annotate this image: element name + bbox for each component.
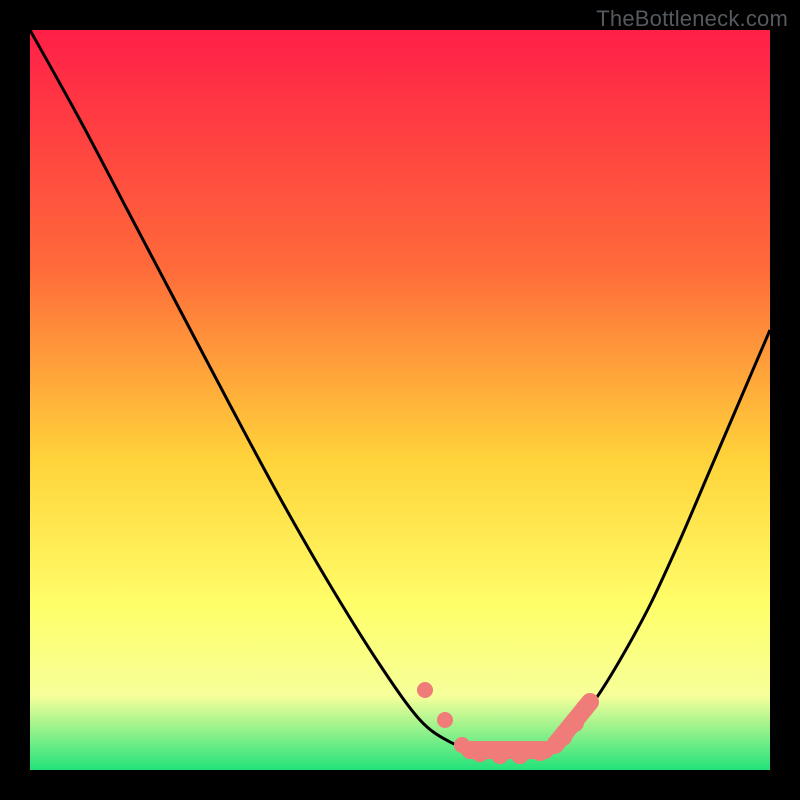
bead-dot bbox=[454, 737, 470, 753]
bead-dot bbox=[576, 699, 594, 717]
bead-dot bbox=[511, 746, 529, 764]
bead-dot bbox=[417, 682, 433, 698]
curve-left-branch bbox=[30, 30, 470, 748]
chart-curve bbox=[30, 30, 770, 770]
bead-dot bbox=[554, 728, 572, 746]
bead-dot bbox=[437, 712, 453, 728]
valley-beads bbox=[417, 682, 594, 764]
bead-dot bbox=[566, 714, 584, 732]
bead-dot bbox=[471, 744, 489, 762]
frame: TheBottleneck.com bbox=[0, 0, 800, 800]
watermark-text: TheBottleneck.com bbox=[596, 6, 788, 32]
bead-dot bbox=[491, 746, 509, 764]
bead-dot bbox=[531, 743, 549, 761]
plot-area bbox=[30, 30, 770, 770]
curve-right-branch bbox=[540, 330, 770, 748]
